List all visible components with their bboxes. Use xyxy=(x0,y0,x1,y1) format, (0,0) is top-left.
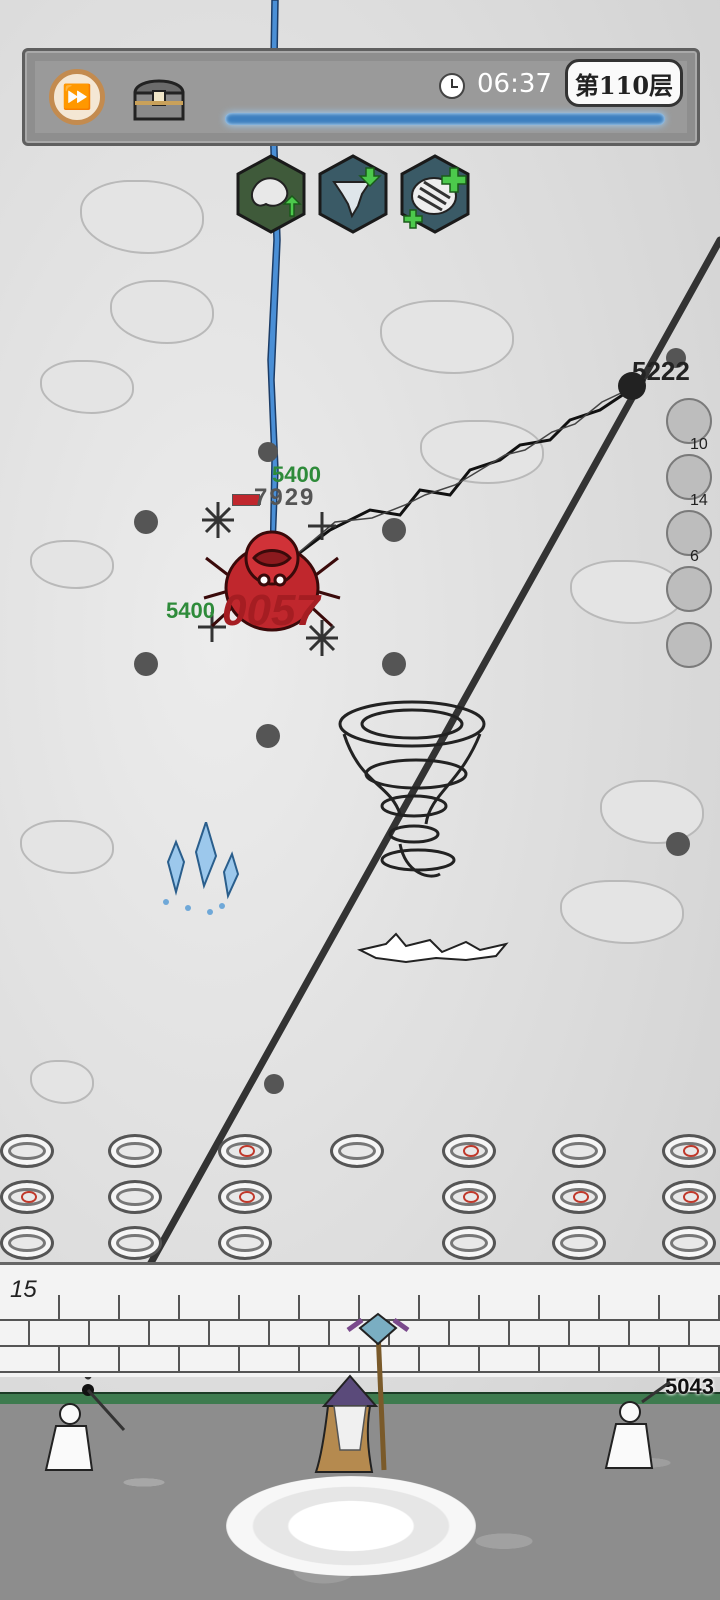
ice-crystals xyxy=(163,822,240,915)
disc-platform xyxy=(218,1226,272,1260)
right-archer-ally xyxy=(604,1380,671,1469)
skill-slot-3[interactable] xyxy=(666,510,712,556)
top-hud-bar: ⏩ 06:37 第110层 xyxy=(22,48,700,146)
claw-slash-add-icon[interactable] xyxy=(400,154,470,234)
fast-forward-button[interactable]: ⏩ xyxy=(49,69,105,125)
big-damage-number: 0057 xyxy=(222,586,320,635)
floor-level-badge: 第110层 xyxy=(565,59,683,107)
disc-platform xyxy=(662,1180,716,1214)
skill-slot-2-count: 14 xyxy=(690,492,708,509)
treasure-chest-button[interactable] xyxy=(129,71,189,125)
disc-platform xyxy=(0,1180,54,1214)
disc-platform xyxy=(442,1134,496,1168)
disc-platform xyxy=(662,1226,716,1260)
skill-slot-3-count: 6 xyxy=(690,548,699,565)
lightning-energy-bar xyxy=(225,113,665,125)
skill-slot-1-count: 10 xyxy=(690,436,708,453)
disc-platform xyxy=(552,1226,606,1260)
disc-platform xyxy=(0,1134,54,1168)
disc-platform xyxy=(218,1180,272,1214)
disc-platform xyxy=(662,1134,716,1168)
magic-circle xyxy=(226,1476,476,1576)
disc-platform xyxy=(0,1226,54,1260)
timer-text: 06:37 xyxy=(477,69,552,99)
disc-platform xyxy=(218,1134,272,1168)
fast-forward-icon: ⏩ xyxy=(62,83,92,111)
splash-mark xyxy=(357,932,509,964)
skill-slot-4[interactable] xyxy=(666,566,712,612)
left-archer-ally xyxy=(44,1384,126,1471)
tornado-effect xyxy=(338,700,486,878)
poison-splash-upgrade-icon[interactable] xyxy=(236,154,306,234)
enemy-hp-number: 7929 xyxy=(254,484,316,511)
wizard-hero[interactable] xyxy=(300,1310,410,1490)
game-scene: 5400 7929 5400 0057 5222 ⏩ 06:37 第110层 1… xyxy=(0,0,720,1600)
disc-platform xyxy=(552,1180,606,1214)
disc-platform xyxy=(442,1226,496,1260)
skill-slot-5[interactable] xyxy=(666,622,712,668)
disc-platform xyxy=(442,1180,496,1214)
disc-platform xyxy=(108,1226,162,1260)
disc-platform xyxy=(108,1134,162,1168)
clock-icon xyxy=(439,73,465,99)
heal-number-left: 5400 xyxy=(166,598,215,623)
disc-platform xyxy=(552,1134,606,1168)
treasure-chest-icon xyxy=(133,79,185,121)
disc-platform xyxy=(330,1134,384,1168)
disc-platform xyxy=(108,1180,162,1214)
right-damage-number: 5222 xyxy=(632,356,690,386)
wave-counter: 15 xyxy=(10,1276,37,1303)
tornado-add-icon[interactable] xyxy=(318,154,388,234)
